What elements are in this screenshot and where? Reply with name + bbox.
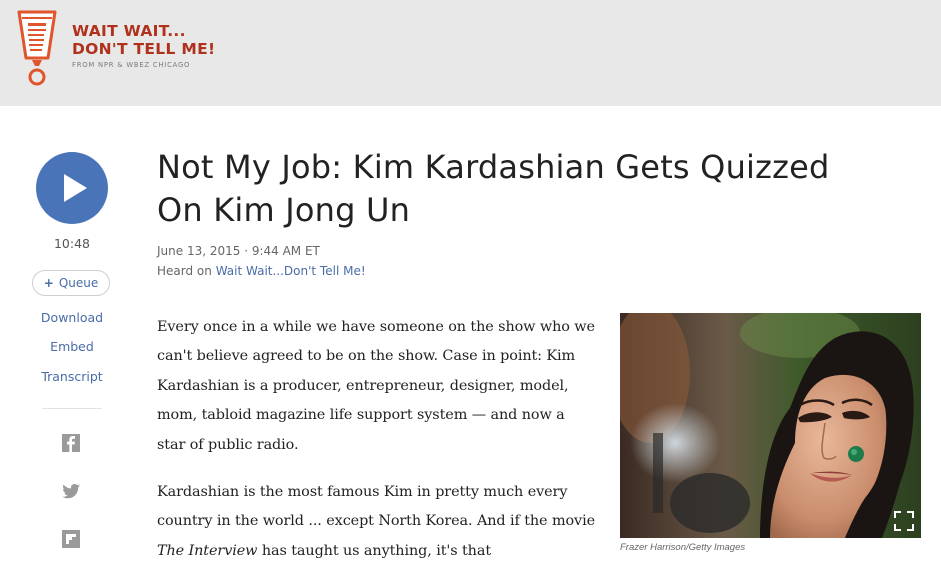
paragraph-1: Every once in a while we have someone on… (157, 319, 595, 453)
audio-duration: 10:48 (53, 236, 91, 251)
logo-line-2: DON'T TELL ME! (72, 40, 216, 58)
paragraph-2-text-a: Kardashian is the most famous Kim in pre… (157, 484, 596, 530)
embed-link[interactable]: Embed (20, 339, 124, 354)
expand-icon[interactable] (893, 510, 915, 532)
site-logo[interactable]: WAIT WAIT... DON'T TELL ME! FROM NPR & W… (72, 22, 215, 69)
article-date: June 13, 2015 · 9:44 AM ET (157, 244, 320, 258)
facebook-icon[interactable] (61, 433, 81, 453)
flipboard-icon[interactable] (61, 529, 81, 549)
heard-on-line: Heard on Wait Wait...Don't Tell Me! (157, 264, 366, 278)
paragraph-2: Kardashian is the most famous Kim in pre… (157, 478, 597, 566)
logo-line-3: FROM NPR & WBEZ CHICAGO (72, 61, 191, 69)
article-photo[interactable] (620, 313, 921, 538)
article-title: Not My Job: Kim Kardashian Gets Quizzed … (157, 148, 830, 229)
site-header: WAIT WAIT... DON'T TELL ME! FROM NPR & W… (0, 0, 941, 106)
movie-title: The Interview (157, 542, 258, 559)
logo-line-1: WAIT WAIT... (72, 22, 186, 40)
cup-exclamation-icon[interactable] (16, 8, 58, 88)
paragraph-2-text-b: has taught us anything, it's that (257, 542, 492, 559)
transcript-link[interactable]: Transcript (20, 369, 124, 384)
queue-label: Queue (58, 276, 99, 290)
play-button[interactable] (36, 152, 108, 224)
sidebar-divider (42, 408, 102, 409)
heard-prefix: Heard on (157, 264, 216, 278)
twitter-icon[interactable] (61, 481, 81, 501)
kim-kardashian-photo (620, 313, 921, 538)
image-credit: Frazer Harrison/Getty Images (620, 542, 746, 553)
queue-button[interactable]: + Queue (32, 270, 110, 296)
play-icon (64, 174, 87, 202)
show-link[interactable]: Wait Wait...Don't Tell Me! (216, 264, 366, 278)
plus-icon: + (43, 276, 54, 290)
download-link[interactable]: Download (20, 310, 124, 325)
